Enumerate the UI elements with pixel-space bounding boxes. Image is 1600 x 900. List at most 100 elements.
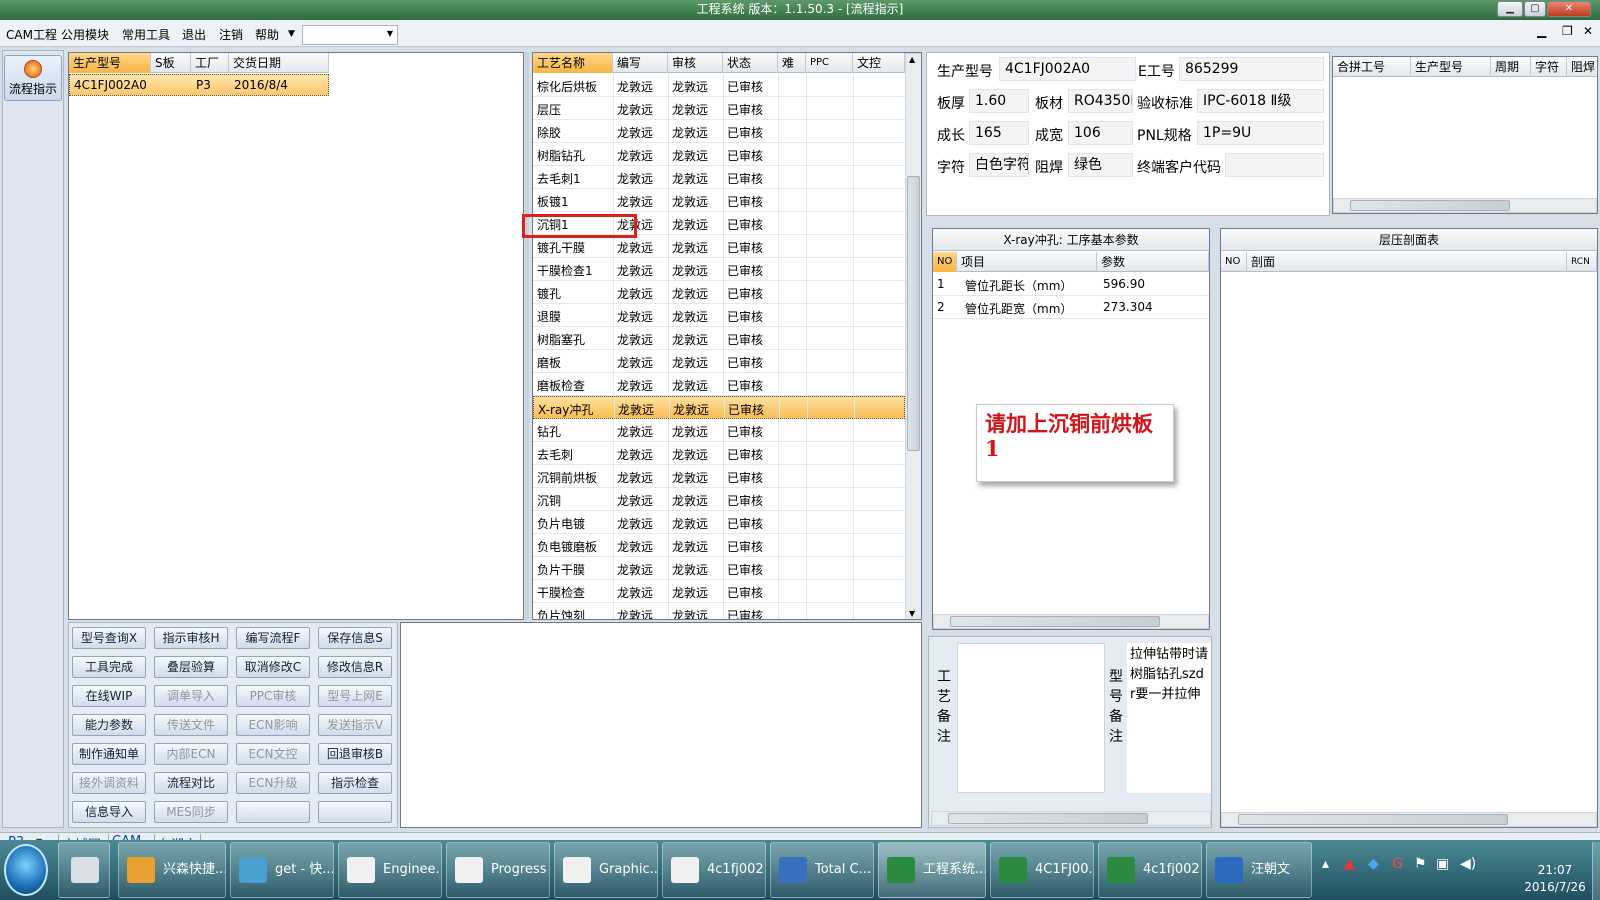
scroll-down-icon[interactable]: ▼	[909, 609, 915, 618]
action-button[interactable]: PPC审核	[236, 685, 310, 707]
tray-antivirus-icon[interactable]: G	[1392, 856, 1403, 872]
scroll-thumb[interactable]	[950, 616, 1160, 627]
header-char[interactable]: 字符	[1531, 57, 1567, 77]
process-row[interactable]: 板镀1 龙敦远 龙敦远 已审核	[533, 189, 905, 212]
action-button[interactable]: 指示审核H	[154, 627, 228, 649]
param-row[interactable]: 2 管位孔距宽（mm） 273.304	[933, 296, 1209, 319]
value-std[interactable]: IPC-6018 Ⅱ级	[1197, 89, 1324, 113]
scroll-up-icon[interactable]: ▲	[909, 55, 915, 64]
header-no[interactable]: NO	[1221, 252, 1247, 272]
action-button[interactable]: 保存信息S	[318, 627, 392, 649]
notes-hscroll[interactable]	[931, 811, 1211, 826]
process-row[interactable]: 镀孔干膜 龙敦远 龙敦远 已审核	[533, 235, 905, 258]
action-button[interactable]: 信息导入	[72, 801, 146, 823]
header-mask[interactable]: 阻焊	[1567, 57, 1597, 77]
header-model[interactable]: 生产型号	[69, 53, 151, 73]
taskbar-item[interactable]: 4C1FJ00...	[990, 842, 1094, 898]
header-item[interactable]: 项目	[957, 252, 1097, 272]
header-factory[interactable]: 工厂	[191, 53, 229, 73]
value-char[interactable]: 白色字符	[969, 153, 1029, 177]
value-model[interactable]: 4C1FJ002A0	[999, 57, 1136, 81]
process-row[interactable]: 树脂钻孔 龙敦远 龙敦远 已审核	[533, 143, 905, 166]
taskbar-item[interactable]: 4c1fj002...	[1098, 842, 1202, 898]
model-note-field[interactable]: 拉伸钻带时请树脂钻孔szdr要一并拉伸	[1127, 643, 1211, 793]
stackup-hscroll[interactable]	[1221, 812, 1597, 827]
action-button[interactable]: 流程对比	[154, 772, 228, 794]
process-row[interactable]: 棕化后烘板 龙敦远 龙敦远 已审核	[533, 74, 905, 97]
action-button[interactable]: 调单导入	[154, 685, 228, 707]
process-row[interactable]: 沉铜前烘板 龙敦远 龙敦远 已审核	[533, 465, 905, 488]
volume-icon[interactable]: ◀)	[1460, 856, 1476, 872]
taskbar-item[interactable]: Progress	[446, 842, 550, 898]
header-date[interactable]: 交货日期	[229, 53, 329, 73]
process-row[interactable]: 除胶 龙敦远 龙敦远 已审核	[533, 120, 905, 143]
process-row[interactable]: 去毛刺 龙敦远 龙敦远 已审核	[533, 442, 905, 465]
minimize-button[interactable]: ▁	[1497, 1, 1523, 17]
action-button[interactable]: 工具完成	[72, 656, 146, 678]
action-button[interactable]: ECN升级	[236, 772, 310, 794]
action-button[interactable]: 在线WIP	[72, 685, 146, 707]
action-button[interactable]: 能力参数	[72, 714, 146, 736]
header-s[interactable]: S板	[151, 53, 191, 73]
network-icon[interactable]: ▣	[1436, 856, 1449, 872]
taskbar-item[interactable]: Total C...	[770, 842, 874, 898]
process-note-field[interactable]	[957, 643, 1105, 793]
action-button[interactable]: MES同步	[154, 801, 228, 823]
close-button[interactable]: ✕	[1547, 1, 1591, 17]
process-row[interactable]: 钻孔 龙敦远 龙敦远 已审核	[533, 419, 905, 442]
value-eno[interactable]: 865299	[1179, 57, 1324, 81]
process-row[interactable]: 层压 龙敦远 龙敦远 已审核	[533, 97, 905, 120]
value-mask[interactable]: 绿色	[1068, 153, 1133, 177]
flow-indicator-button[interactable]: 流程指示	[4, 55, 62, 101]
params-hscroll[interactable]	[933, 614, 1209, 629]
scroll-thumb[interactable]	[1238, 814, 1508, 825]
action-button[interactable]: 接外调资料	[72, 772, 146, 794]
menu-common-module[interactable]: 公用模块	[61, 26, 109, 43]
value-cust[interactable]	[1225, 153, 1324, 177]
clock[interactable]: 21:07 2016/7/26	[1520, 862, 1590, 896]
menu-help[interactable]: 帮助	[255, 26, 279, 43]
process-row[interactable]: 负片蚀刻 龙敦远 龙敦远 已审核	[533, 603, 905, 619]
tray-app-icon[interactable]: ▲	[1344, 856, 1355, 872]
process-row[interactable]: 干膜检查 龙敦远 龙敦远 已审核	[533, 580, 905, 603]
process-row[interactable]: X-ray冲孔 龙敦远 龙敦远 已审核	[533, 396, 905, 419]
action-button[interactable]	[236, 801, 310, 823]
header-writer[interactable]: 编写	[613, 53, 668, 73]
action-button[interactable]: ECN文控	[236, 743, 310, 765]
action-button[interactable]: 内部ECN	[154, 743, 228, 765]
scroll-thumb[interactable]	[948, 813, 1148, 824]
menu-tools[interactable]: 常用工具	[122, 26, 170, 43]
action-button[interactable]: 发送指示V	[318, 714, 392, 736]
process-row[interactable]: 干膜检查1 龙敦远 龙敦远 已审核	[533, 258, 905, 281]
model-row[interactable]: 4C1FJ002A0 P3 2016/8/4	[69, 74, 329, 96]
merge-hscroll[interactable]	[1333, 198, 1597, 213]
taskbar-item[interactable]: 4c1fj002...	[662, 842, 766, 898]
header-reviewer[interactable]: 审核	[668, 53, 723, 73]
process-vscroll[interactable]: ▲ ▼	[905, 53, 921, 619]
maximize-button[interactable]: ▢	[1524, 1, 1546, 17]
header-status[interactable]: 状态	[723, 53, 778, 73]
tray-expand-icon[interactable]: ▴	[1322, 856, 1329, 872]
header-merge-model[interactable]: 生产型号	[1411, 57, 1491, 77]
action-button[interactable]: 编写流程F	[236, 627, 310, 649]
action-button[interactable]: 取消修改C	[236, 656, 310, 678]
toolbar-combo[interactable]: ▼	[302, 25, 398, 45]
process-row[interactable]: 磨板 龙敦远 龙敦远 已审核	[533, 350, 905, 373]
mdi-close-icon[interactable]: ✕	[1583, 24, 1593, 38]
action-button[interactable]: 回退审核B	[318, 743, 392, 765]
header-cycle[interactable]: 周期	[1491, 57, 1531, 77]
header-no[interactable]: NO	[933, 252, 957, 272]
action-button[interactable]: 制作通知单	[72, 743, 146, 765]
process-row[interactable]: 去毛刺1 龙敦远 龙敦远 已审核	[533, 166, 905, 189]
process-row[interactable]: 沉铜 龙敦远 龙敦远 已审核	[533, 488, 905, 511]
mdi-restore-icon[interactable]: ❐	[1562, 24, 1573, 38]
menu-logout[interactable]: 注销	[219, 26, 243, 43]
header-ppc[interactable]: PPC	[806, 53, 853, 73]
menu-dropdown-icon[interactable]: ▼	[288, 29, 295, 39]
process-row[interactable]: 负片干膜 龙敦远 龙敦远 已审核	[533, 557, 905, 580]
param-row[interactable]: 1 管位孔距长（mm） 596.90	[933, 273, 1209, 296]
value-pnl[interactable]: 1P=9U	[1197, 121, 1324, 145]
process-row[interactable]: 负电镀磨板 龙敦远 龙敦远 已审核	[533, 534, 905, 557]
value-wid[interactable]: 106	[1068, 121, 1133, 145]
header-section[interactable]: 剖面	[1247, 252, 1567, 272]
